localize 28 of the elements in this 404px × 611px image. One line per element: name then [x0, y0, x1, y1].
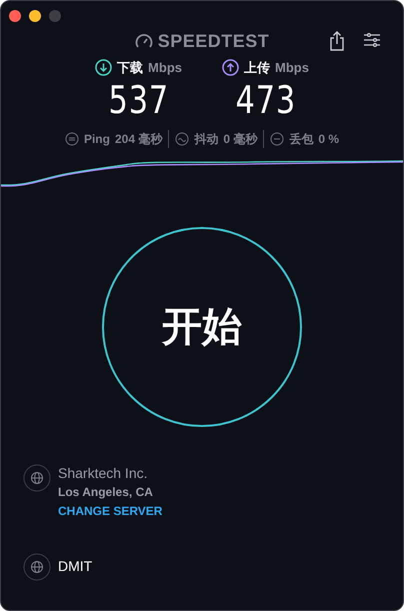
- speed-value: 537: [108, 78, 169, 122]
- stat-label: 丢包: [289, 130, 314, 148]
- globe-icon: [23, 464, 51, 492]
- loss-icon: [270, 132, 284, 146]
- server-name: Sharktech Inc.: [58, 464, 148, 482]
- stat-value: 0 毫秒: [223, 130, 258, 148]
- stat-label: 抖动: [194, 130, 218, 148]
- start-button[interactable]: 开始: [102, 226, 302, 426]
- provider-name: DMIT: [58, 557, 92, 576]
- speed-value: 473: [235, 78, 296, 122]
- app-title: SPEEDTEST: [158, 30, 270, 52]
- settings-icon[interactable]: [363, 32, 381, 48]
- server-location: Los Angeles, CA: [58, 484, 154, 500]
- stat-label: Ping: [84, 130, 110, 148]
- jitter-icon: [175, 132, 190, 146]
- minimize-button[interactable]: [29, 10, 41, 22]
- speed-unit: Mbps: [275, 59, 309, 77]
- globe-icon: [23, 552, 51, 580]
- speed-label: 下载: [117, 59, 144, 77]
- stat-value: 204 毫秒: [114, 130, 162, 148]
- close-button[interactable]: [9, 10, 21, 22]
- gauge-icon: [134, 33, 153, 49]
- speed-unit: Mbps: [148, 59, 182, 77]
- share-icon[interactable]: [329, 31, 345, 51]
- speed-label: 上传: [244, 59, 270, 77]
- ping-icon: [64, 132, 79, 146]
- stat-value: 0 %: [318, 130, 340, 148]
- change-server-link[interactable]: CHANGE SERVER: [58, 502, 162, 520]
